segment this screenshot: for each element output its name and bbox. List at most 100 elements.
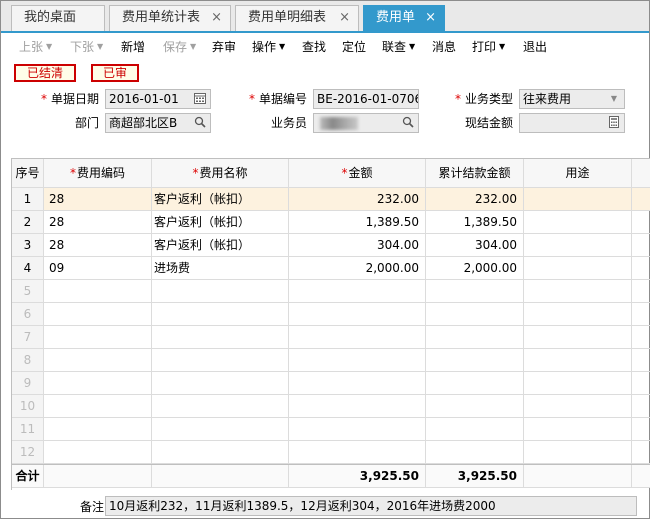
- row-code[interactable]: 09: [44, 257, 152, 279]
- total-name: [152, 465, 289, 487]
- close-icon[interactable]: ×: [211, 6, 222, 30]
- row-purpose[interactable]: [524, 326, 632, 348]
- empty-row[interactable]: 5: [12, 280, 650, 303]
- header-purpose: 用途: [524, 159, 632, 187]
- row-code[interactable]: [44, 326, 152, 348]
- row-amount[interactable]: [289, 441, 426, 463]
- find-button[interactable]: 查找: [302, 39, 326, 55]
- header-code: *费用编码: [44, 159, 152, 187]
- empty-row[interactable]: 6: [12, 303, 650, 326]
- row-name[interactable]: [152, 280, 289, 302]
- row-name[interactable]: [152, 349, 289, 371]
- row-settled: [426, 441, 524, 463]
- prev-button[interactable]: 上张 ▼: [19, 39, 52, 55]
- row-amount[interactable]: [289, 395, 426, 417]
- number-field[interactable]: BE-2016-01-0706: [313, 89, 419, 109]
- exit-button[interactable]: 退出: [523, 39, 547, 55]
- row-code[interactable]: 28: [44, 188, 152, 210]
- empty-row[interactable]: 8: [12, 349, 650, 372]
- new-button[interactable]: 新增: [121, 39, 145, 55]
- row-purpose[interactable]: [524, 395, 632, 417]
- row-amount[interactable]: [289, 349, 426, 371]
- row-amount[interactable]: [289, 326, 426, 348]
- business-type-select[interactable]: 往来费用 ▼: [519, 89, 625, 109]
- department-field[interactable]: 商超部北区B: [105, 113, 211, 133]
- row-name[interactable]: [152, 326, 289, 348]
- calendar-icon[interactable]: [193, 92, 207, 106]
- chevron-down-icon[interactable]: ▼: [607, 92, 621, 106]
- message-button[interactable]: 消息: [432, 39, 456, 55]
- row-code[interactable]: [44, 395, 152, 417]
- row-code[interactable]: 28: [44, 211, 152, 233]
- cash-amount-label: 现结金额: [464, 116, 513, 130]
- row-code[interactable]: [44, 418, 152, 440]
- row-seq: 3: [12, 234, 44, 256]
- empty-row[interactable]: 9: [12, 372, 650, 395]
- row-code[interactable]: [44, 441, 152, 463]
- row-amount[interactable]: [289, 372, 426, 394]
- empty-row[interactable]: 10: [12, 395, 650, 418]
- save-button[interactable]: 保存 ▼: [163, 39, 196, 55]
- row-amount[interactable]: 2,000.00: [289, 257, 426, 279]
- empty-row[interactable]: 12: [12, 441, 650, 464]
- row-code[interactable]: [44, 349, 152, 371]
- table-row[interactable]: 2 28 客户返利（帐扣） 1,389.50 1,389.50: [12, 211, 650, 234]
- close-icon[interactable]: ×: [425, 6, 436, 30]
- row-name[interactable]: 客户返利（帐扣）: [152, 211, 289, 233]
- row-name[interactable]: 进场费: [152, 257, 289, 279]
- row-purpose[interactable]: [524, 441, 632, 463]
- row-amount[interactable]: [289, 280, 426, 302]
- row-name[interactable]: [152, 441, 289, 463]
- row-purpose[interactable]: [524, 303, 632, 325]
- tab-my-desktop[interactable]: 我的桌面: [11, 5, 105, 31]
- row-name[interactable]: [152, 303, 289, 325]
- print-menu-button[interactable]: 打印 ▼: [472, 39, 505, 55]
- row-seq: 6: [12, 303, 44, 325]
- row-name[interactable]: 客户返利（帐扣）: [152, 234, 289, 256]
- operate-menu-button[interactable]: 操作 ▼: [252, 39, 285, 55]
- row-code[interactable]: 28: [44, 234, 152, 256]
- tab-expense-bill[interactable]: 费用单 ×: [363, 5, 445, 33]
- tab-expense-statistics[interactable]: 费用单统计表 ×: [109, 5, 231, 31]
- row-purpose[interactable]: [524, 211, 632, 233]
- row-purpose[interactable]: [524, 280, 632, 302]
- row-amount[interactable]: 304.00: [289, 234, 426, 256]
- calculator-icon[interactable]: [607, 116, 621, 130]
- row-code[interactable]: [44, 372, 152, 394]
- empty-row[interactable]: 7: [12, 326, 650, 349]
- table-row[interactable]: 4 09 进场费 2,000.00 2,000.00: [12, 257, 650, 280]
- search-icon[interactable]: [193, 116, 207, 130]
- table-row[interactable]: 1 28 客户返利（帐扣） 232.00 232.00: [12, 188, 650, 211]
- tab-expense-detail[interactable]: 费用单明细表 ×: [235, 5, 359, 31]
- remark-field[interactable]: 10月返利232，11月返利1389.5，12月返利304，2016年进场费20…: [105, 496, 637, 516]
- row-name[interactable]: [152, 372, 289, 394]
- salesperson-field[interactable]: [313, 113, 419, 133]
- row-amount[interactable]: [289, 418, 426, 440]
- tab-label: 费用单: [376, 10, 416, 25]
- abandon-audit-button[interactable]: 弃审: [212, 39, 236, 55]
- row-purpose[interactable]: [524, 418, 632, 440]
- row-code[interactable]: [44, 303, 152, 325]
- empty-row[interactable]: 11: [12, 418, 650, 441]
- row-amount[interactable]: 1,389.50: [289, 211, 426, 233]
- close-icon[interactable]: ×: [339, 6, 350, 30]
- row-name[interactable]: [152, 418, 289, 440]
- row-code[interactable]: [44, 280, 152, 302]
- row-purpose[interactable]: [524, 188, 632, 210]
- row-purpose[interactable]: [524, 234, 632, 256]
- row-purpose[interactable]: [524, 257, 632, 279]
- row-purpose[interactable]: [524, 372, 632, 394]
- cash-amount-field[interactable]: [519, 113, 625, 133]
- link-label: 联查: [382, 40, 407, 54]
- link-query-menu-button[interactable]: 联查 ▼: [382, 39, 415, 55]
- row-name[interactable]: [152, 395, 289, 417]
- row-purpose[interactable]: [524, 349, 632, 371]
- locate-button[interactable]: 定位: [342, 39, 366, 55]
- table-row[interactable]: 3 28 客户返利（帐扣） 304.00 304.00: [12, 234, 650, 257]
- next-button[interactable]: 下张 ▼: [70, 39, 103, 55]
- search-icon[interactable]: [401, 116, 415, 130]
- date-field[interactable]: 2016-01-01: [105, 89, 211, 109]
- row-name[interactable]: 客户返利（帐扣）: [152, 188, 289, 210]
- row-amount[interactable]: [289, 303, 426, 325]
- row-amount[interactable]: 232.00: [289, 188, 426, 210]
